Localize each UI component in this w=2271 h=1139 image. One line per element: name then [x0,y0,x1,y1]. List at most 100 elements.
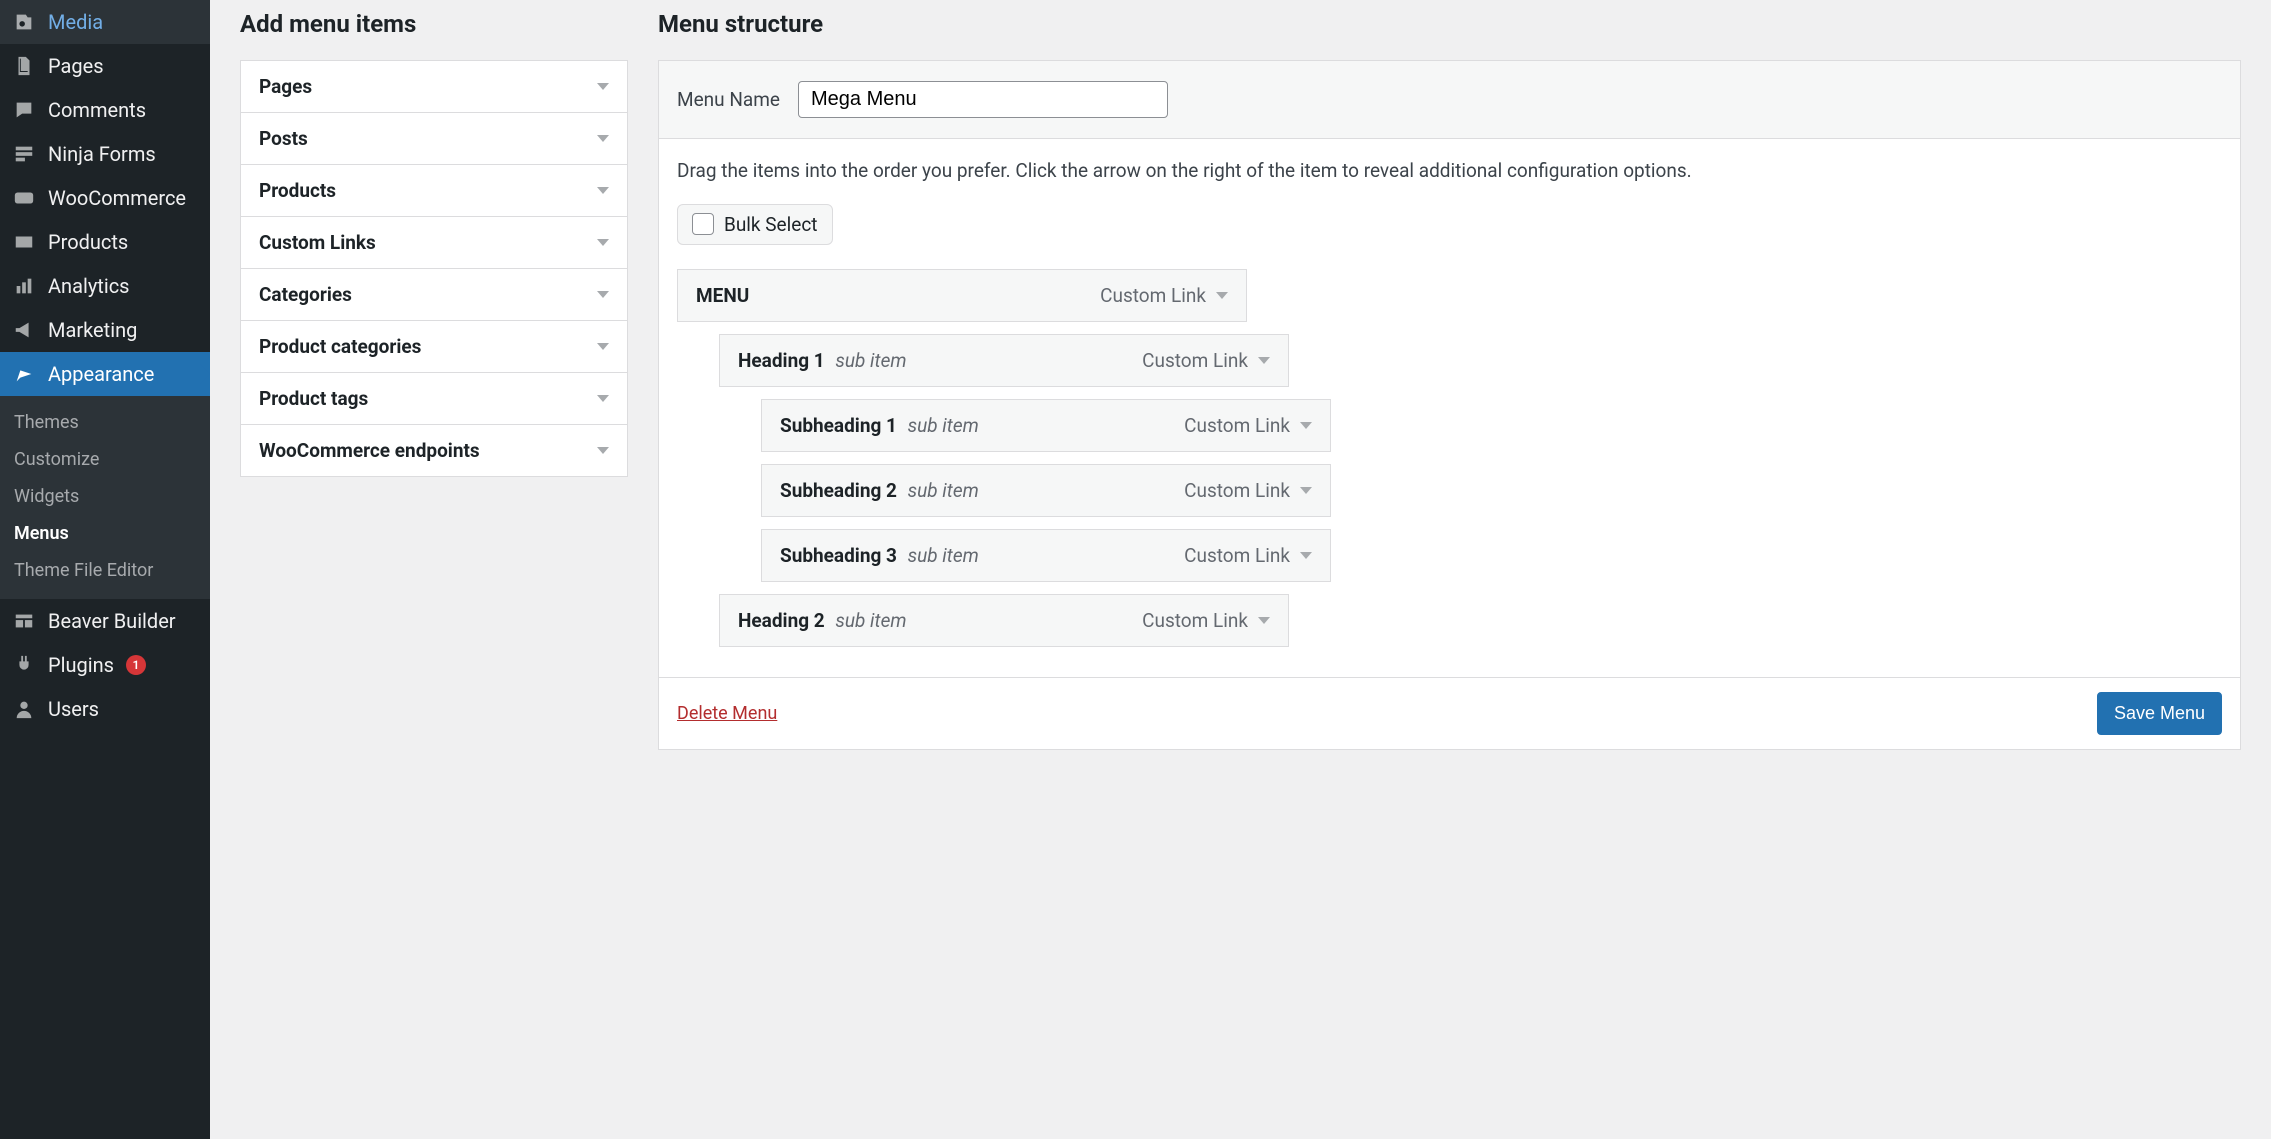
sidebar-item-ninja-forms[interactable]: Ninja Forms [0,132,210,176]
sidebar-item-woocommerce[interactable]: WooCommerce [0,176,210,220]
submenu-item-widgets[interactable]: Widgets [0,478,210,515]
accordion-toggle[interactable]: WooCommerce endpoints [241,425,627,476]
bulk-select-toggle[interactable]: Bulk Select [677,204,833,245]
sidebar-item-pages[interactable]: Pages [0,44,210,88]
sidebar-item-label: Plugins [48,653,114,677]
chevron-down-icon [597,187,609,194]
accordion-section-pages: Pages [241,61,627,112]
chevron-down-icon[interactable] [1258,357,1270,364]
menu-item[interactable]: Heading 1 sub itemCustom Link [719,334,1289,387]
marketing-icon [12,318,36,342]
menu-item[interactable]: Subheading 3 sub itemCustom Link [761,529,1331,582]
accordion-section-posts: Posts [241,112,627,164]
menu-items-list: MENUCustom Link Heading 1 sub itemCustom… [677,269,2222,647]
beaver-icon [12,609,36,633]
accordion-toggle[interactable]: Posts [241,113,627,164]
sidebar-item-users[interactable]: Users [0,687,210,731]
accordion-toggle[interactable]: Categories [241,269,627,320]
sidebar-item-appearance[interactable]: Appearance [0,352,210,396]
chevron-down-icon[interactable] [1300,552,1312,559]
pages-icon [12,54,36,78]
submenu-item-customize[interactable]: Customize [0,441,210,478]
menu-item-title: MENU [696,284,749,307]
sidebar-item-label: WooCommerce [48,186,186,210]
add-menu-items-title: Add menu items [240,10,628,38]
chevron-down-icon[interactable] [1258,617,1270,624]
add-menu-items-accordion: Pages Posts Products Custom Links Categories… [240,60,628,477]
delete-menu-link[interactable]: Delete Menu [677,703,777,724]
menu-item-type: Custom Link [1184,414,1312,437]
menu-item-subtext: sub item [831,609,907,632]
chevron-down-icon[interactable] [1300,422,1312,429]
menu-item-type: Custom Link [1142,609,1270,632]
chevron-down-icon[interactable] [1216,292,1228,299]
sidebar-item-products[interactable]: Products [0,220,210,264]
sidebar-item-label: Pages [48,54,104,78]
sidebar-item-comments[interactable]: Comments [0,88,210,132]
menu-item[interactable]: Subheading 2 sub itemCustom Link [761,464,1331,517]
menu-name-row: Menu Name [659,61,2240,139]
analytics-icon [12,274,36,298]
accordion-toggle[interactable]: Products [241,165,627,216]
accordion-toggle[interactable]: Product tags [241,373,627,424]
sidebar-item-marketing[interactable]: Marketing [0,308,210,352]
accordion-toggle[interactable]: Product categories [241,321,627,372]
add-menu-items-column: Add menu items Pages Posts Products Custom … [240,0,628,750]
menu-structure-column: Menu structure Menu Name Drag the items … [658,0,2241,750]
sidebar-item-label: Products [48,230,128,254]
menu-item-subtext: sub item [903,544,979,567]
menu-structure-footer: Delete Menu Save Menu [659,677,2240,749]
accordion-section-woocommerce-endpoints: WooCommerce endpoints [241,424,627,476]
chevron-down-icon [597,343,609,350]
menu-item-type: Custom Link [1142,349,1270,372]
bulk-select-checkbox[interactable] [692,213,714,235]
sidebar-submenu: ThemesCustomizeWidgetsMenusTheme File Ed… [0,396,210,599]
main-content: Add menu items Pages Posts Products Custom … [210,0,2271,1139]
accordion-section-product-categories: Product categories [241,320,627,372]
accordion-toggle[interactable]: Custom Links [241,217,627,268]
chevron-down-icon [597,83,609,90]
forms-icon [12,142,36,166]
users-icon [12,697,36,721]
sidebar-item-plugins[interactable]: Plugins 1 [0,643,210,687]
accordion-section-label: Products [259,179,336,202]
bulk-select-label: Bulk Select [724,213,818,236]
sidebar-item-label: Marketing [48,318,137,342]
menu-item[interactable]: Heading 2 sub item Custom Link [719,594,1289,647]
menu-structure-title: Menu structure [658,10,2241,38]
menu-item[interactable]: Subheading 1 sub itemCustom Link [761,399,1331,452]
menu-item-type: Custom Link [1184,479,1312,502]
accordion-section-label: Pages [259,75,312,98]
chevron-down-icon [597,239,609,246]
accordion-section-label: Categories [259,283,352,306]
menu-item-title: Subheading 2 [780,479,897,502]
accordion-section-custom-links: Custom Links [241,216,627,268]
sidebar-item-beaver-builder[interactable]: Beaver Builder [0,599,210,643]
sidebar-item-label: Comments [48,98,146,122]
submenu-item-menus[interactable]: Menus [0,515,210,552]
update-badge: 1 [126,655,146,675]
sidebar-item-media[interactable]: Media [0,0,210,44]
menu-item[interactable]: MENU Custom Link [677,269,1247,322]
submenu-item-themes[interactable]: Themes [0,404,210,441]
menu-item-title: Heading 2 [738,609,825,632]
accordion-toggle[interactable]: Pages [241,61,627,112]
chevron-down-icon [597,291,609,298]
submenu-item-theme-file-editor[interactable]: Theme File Editor [0,552,210,589]
menu-item-type: Custom Link [1100,284,1228,307]
menu-name-input[interactable] [798,81,1168,118]
woo-icon [12,186,36,210]
menu-item-subtext: sub item [831,349,907,372]
menu-name-label: Menu Name [677,88,780,111]
chevron-down-icon[interactable] [1300,487,1312,494]
products-icon [12,230,36,254]
accordion-section-product-tags: Product tags [241,372,627,424]
accordion-section-products: Products [241,164,627,216]
sidebar-item-analytics[interactable]: Analytics [0,264,210,308]
menu-structure-panel: Menu Name Drag the items into the order … [658,60,2241,750]
plugins-icon [12,653,36,677]
sidebar-item-label: Users [48,697,99,721]
menu-item-title: Subheading 3 [780,544,897,567]
accordion-section-label: WooCommerce endpoints [259,439,480,462]
save-menu-button[interactable]: Save Menu [2097,692,2222,735]
